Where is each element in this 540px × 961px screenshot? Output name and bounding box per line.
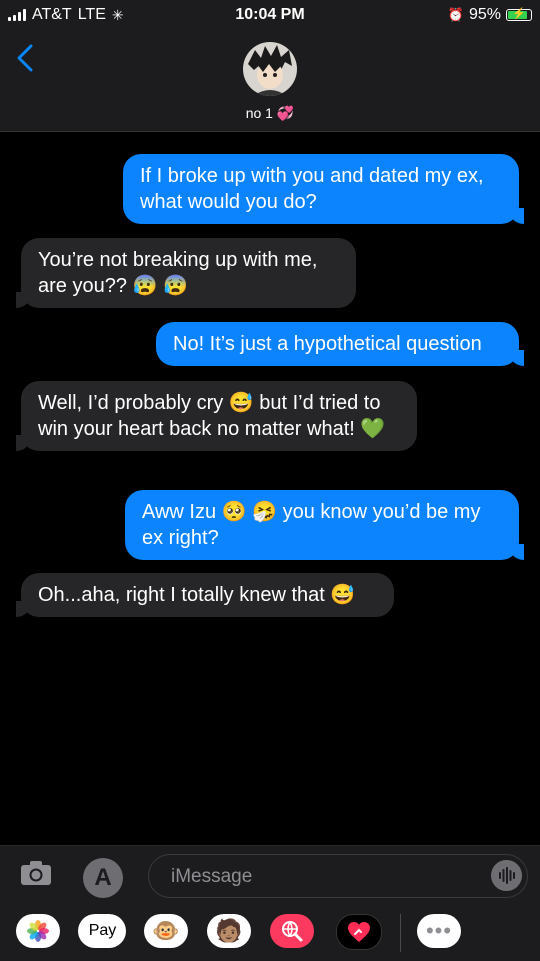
- status-bar: AT&T LTE ✳ 10:04 PM ⏰ 95% ⚡: [0, 0, 540, 30]
- message-text: Well, I’d probably cry 😅 but I’d tried t…: [38, 392, 386, 440]
- globe-search-icon: [282, 921, 303, 942]
- image-search-app-icon[interactable]: [270, 914, 314, 948]
- battery-icon: ⚡: [506, 8, 532, 21]
- compose-bar: A iMessage Pay 🐵 🧑🏽 •••: [0, 845, 540, 961]
- contact-avatar[interactable]: [243, 42, 297, 96]
- app-drawer: Pay 🐵 🧑🏽 •••: [0, 914, 540, 958]
- heart-touch-icon: [348, 922, 370, 942]
- message-text: Aww Izu 🥺 🤧 you know you’d be my ex righ…: [142, 501, 481, 549]
- message-text: No! It’s just a hypothetical question: [173, 333, 482, 355]
- memoji-icon: 🧑🏽: [215, 918, 243, 943]
- message-bubble-outgoing[interactable]: Aww Izu 🥺 🤧 you know you’d be my ex righ…: [125, 490, 524, 560]
- message-text: You’re not breaking up with me, are you?…: [38, 249, 318, 297]
- app-store-icon[interactable]: A: [83, 858, 123, 898]
- more-apps-button[interactable]: •••: [417, 914, 461, 948]
- message-input-placeholder: iMessage: [171, 866, 253, 887]
- charging-icon: ⚡: [512, 8, 526, 20]
- message-input[interactable]: iMessage: [148, 854, 528, 898]
- contact-name[interactable]: no 1 💞: [0, 105, 540, 122]
- message-text: If I broke up with you and dated my ex, …: [140, 165, 484, 213]
- audio-message-icon[interactable]: [491, 860, 522, 891]
- back-chevron-icon[interactable]: [16, 44, 34, 72]
- message-bubble-incoming[interactable]: Well, I’d probably cry 😅 but I’d tried t…: [16, 381, 417, 451]
- alarm-icon: ⏰: [447, 7, 464, 22]
- conversation-header: no 1 💞: [0, 30, 540, 132]
- monkey-icon: 🐵: [152, 918, 180, 943]
- message-bubble-incoming[interactable]: Oh...aha, right I totally knew that 😅: [16, 573, 394, 617]
- camera-icon[interactable]: [20, 860, 52, 886]
- photos-flower-icon: [27, 920, 49, 942]
- message-bubble-outgoing[interactable]: If I broke up with you and dated my ex, …: [123, 154, 524, 224]
- message-text: Oh...aha, right I totally knew that 😅: [38, 584, 356, 606]
- battery-percent: 95%: [468, 6, 501, 23]
- avatar-image: [243, 42, 297, 96]
- apple-pay-label: Pay: [88, 922, 117, 939]
- photos-app-icon[interactable]: [16, 914, 60, 948]
- apple-pay-button[interactable]: Pay: [78, 914, 126, 948]
- status-right: ⏰ 95% ⚡: [448, 6, 532, 24]
- digital-touch-app-icon[interactable]: [336, 914, 382, 950]
- memoji-stickers-icon[interactable]: 🧑🏽: [207, 914, 251, 948]
- animoji-app-icon[interactable]: 🐵: [144, 914, 188, 948]
- message-bubble-incoming[interactable]: You’re not breaking up with me, are you?…: [16, 238, 356, 308]
- message-bubble-outgoing[interactable]: No! It’s just a hypothetical question: [156, 322, 524, 366]
- app-drawer-divider: [400, 914, 401, 952]
- more-icon: •••: [425, 918, 453, 943]
